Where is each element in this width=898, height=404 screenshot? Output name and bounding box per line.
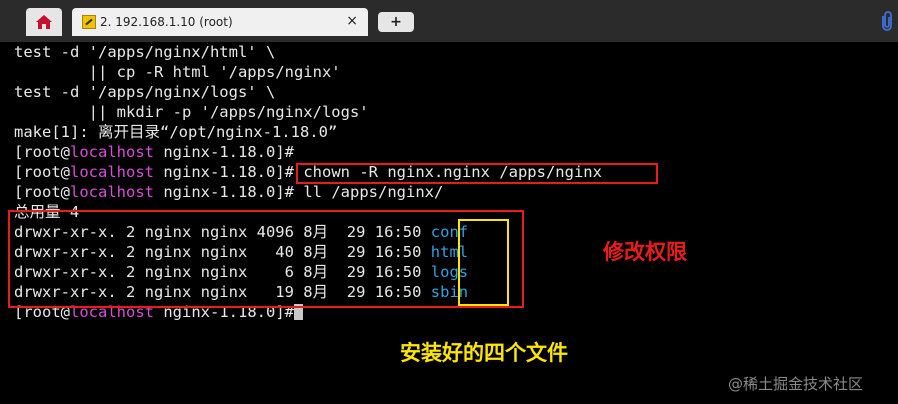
permission-annotation: 修改权限 (603, 240, 687, 264)
session-tab-title: 2. 192.168.1.10 (root) (100, 15, 233, 29)
terminal-line: || cp -R html '/apps/nginx' (14, 63, 341, 81)
home-icon (36, 15, 52, 29)
home-tab[interactable] (26, 8, 62, 36)
new-tab-button[interactable]: + (378, 12, 414, 32)
terminal-line: test -d '/apps/nginx/logs' \ (14, 83, 276, 101)
prompt-user: [root@ (14, 183, 70, 201)
terminal-line: || mkdir -p '/apps/nginx/logs' (14, 103, 369, 121)
prompt-dir: nginx-1.18.0] (154, 143, 285, 161)
chown-highlight-box (296, 163, 658, 184)
tab-session[interactable]: 2. 192.168.1.10 (root) × (72, 8, 368, 36)
session-icon (82, 15, 96, 29)
terminal-line: test -d '/apps/nginx/html' \ (14, 43, 276, 61)
prompt-hash: # (284, 183, 294, 201)
terminal-area[interactable]: test -d '/apps/nginx/html' \ || cp -R ht… (0, 42, 898, 404)
prompt-host: localhost (70, 163, 154, 181)
tab-bar: 2. 192.168.1.10 (root) × + (0, 0, 898, 42)
prompt-line: [root@localhost nginx-1.18.0]# ll /apps/… (14, 182, 443, 202)
prompt-hash: # (284, 143, 294, 161)
ll-command: ll /apps/nginx/ (294, 183, 444, 201)
prompt-user: [root@ (14, 143, 70, 161)
listing-highlight-box (8, 210, 524, 308)
prompt-user: [root@ (14, 163, 70, 181)
prompt-line: [root@localhost nginx-1.18.0]# (14, 142, 294, 162)
prompt-host: localhost (70, 183, 154, 201)
prompt-dir: nginx-1.18.0] (154, 183, 285, 201)
files-annotation: 安装好的四个文件 (400, 341, 568, 365)
terminal-line: make[1]: 离开目录“/opt/nginx-1.18.0” (14, 123, 338, 141)
close-icon[interactable]: × (346, 13, 358, 29)
paperclip-icon[interactable] (878, 10, 896, 32)
prompt-dir: nginx-1.18.0] (154, 163, 285, 181)
prompt-host: localhost (70, 143, 154, 161)
filenames-highlight-box (458, 219, 509, 306)
watermark: @稀土掘金技术社区 (728, 375, 864, 393)
prompt-hash: # (284, 163, 294, 181)
